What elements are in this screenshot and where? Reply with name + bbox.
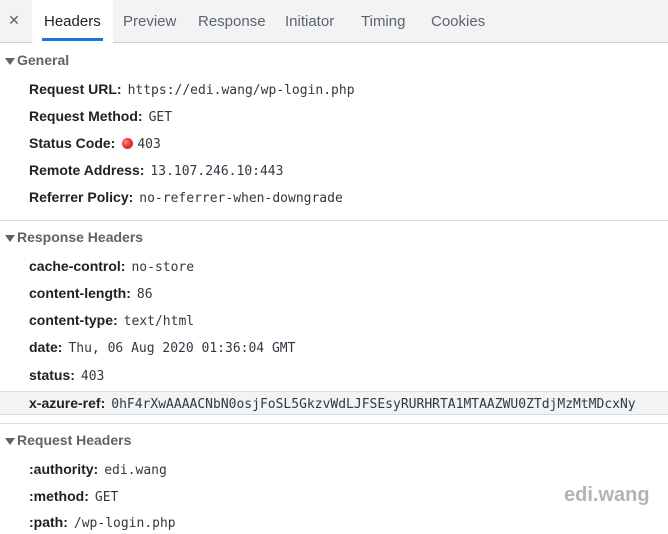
header-row-method: :method: GET [29,488,118,508]
header-value: no-referrer-when-downgrade [139,191,343,206]
section-general-header[interactable]: General [0,51,668,71]
devtools-tab-bar: ✕ Headers Preview Response Initiator Tim… [0,0,668,43]
header-row-content-type: content-type: text/html [29,312,194,332]
section-divider [0,220,668,221]
header-value: GET [148,110,173,125]
header-key: Remote Address: [29,162,145,178]
header-value: edi.wang [104,463,167,478]
tab-timing[interactable]: Timing [361,0,405,42]
header-row-content-length: content-length: 86 [29,285,153,305]
header-key: Status Code: [29,135,116,151]
header-value: Thu, 06 Aug 2020 01:36:04 GMT [68,341,296,356]
tab-response[interactable]: Response [198,0,266,42]
header-row-date: date: Thu, 06 Aug 2020 01:36:04 GMT [29,339,295,359]
header-key: x-azure-ref: [29,395,106,411]
header-key: Request URL: [29,81,122,97]
header-value: text/html [123,314,195,329]
header-key: Request Method: [29,108,143,124]
section-divider [0,423,668,424]
header-value: 13.107.246.10:443 [150,164,284,179]
section-request-headers-header[interactable]: Request Headers [0,431,668,451]
header-value: 403 [137,137,161,152]
header-value: 0hF4rXwAAAACNbN0osjFoSL5GkzvWdLJFSEsyRUR… [111,397,636,412]
header-key: content-length: [29,285,131,301]
header-row-remote-address: Remote Address: 13.107.246.10:443 [29,162,283,182]
tab-preview[interactable]: Preview [123,0,176,42]
expand-triangle-icon [5,438,15,445]
header-value: 86 [136,287,153,302]
header-key: :method: [29,488,89,504]
tab-cookies[interactable]: Cookies [431,0,485,42]
header-row-status-code: Status Code: 403 [29,135,161,155]
header-value: no-store [131,260,195,275]
section-general-title: General [17,52,70,68]
header-key: cache-control: [29,258,126,274]
header-key: :authority: [29,461,99,477]
section-response-headers-header[interactable]: Response Headers [0,228,668,248]
header-row-referrer-policy: Referrer Policy: no-referrer-when-downgra… [29,189,343,209]
header-row-cache-control: cache-control: no-store [29,258,194,278]
header-key: content-type: [29,312,118,328]
expand-triangle-icon [5,235,15,242]
tab-initiator[interactable]: Initiator [285,0,334,42]
header-key: status: [29,367,75,383]
header-row-path: :path:/wp-login.php [29,514,176,534]
header-value: 403 [80,369,105,384]
header-row-authority: :authority: edi.wang [29,461,167,481]
close-icon[interactable]: ✕ [6,10,22,30]
header-row-status: status: 403 [29,367,104,387]
header-row-x-azure-ref[interactable]: x-azure-ref: 0hF4rXwAAAACNbN0osjFoSL5Gkzv… [0,391,668,415]
header-value: https://edi.wang/wp-login.php [127,83,355,98]
header-key: :path: [29,514,68,530]
tab-headers[interactable]: Headers [32,0,113,43]
section-request-headers-title: Request Headers [17,432,132,448]
expand-triangle-icon [5,58,15,65]
header-value: GET [94,490,119,505]
header-row-request-method: Request Method: GET [29,108,172,128]
header-key: Referrer Policy: [29,189,134,205]
status-error-dot-icon [122,138,134,149]
header-key: date: [29,339,63,355]
watermark-text: edi.wang [564,484,650,506]
header-row-request-url: Request URL: https://edi.wang/wp-login.ph… [29,81,355,101]
section-response-headers-title: Response Headers [17,229,144,245]
